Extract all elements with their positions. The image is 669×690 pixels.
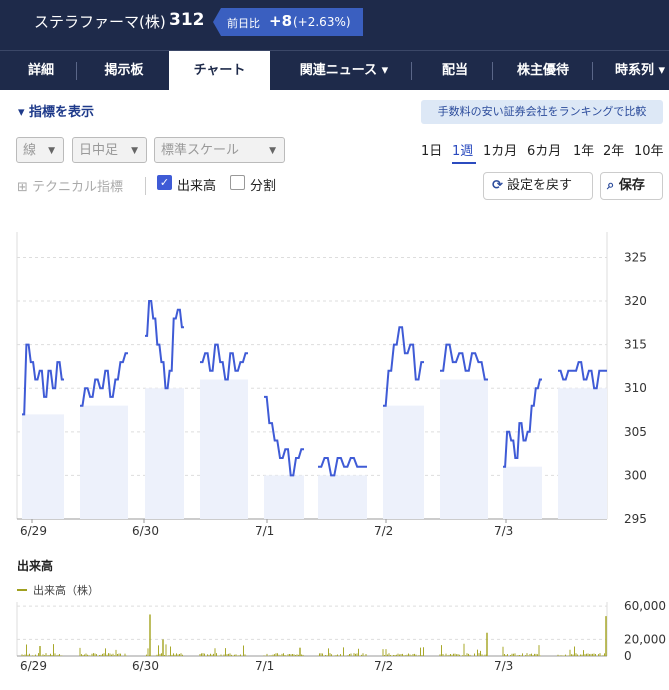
x-tick-label: 7/2 xyxy=(374,524,393,538)
y-tick-label: 305 xyxy=(624,425,647,439)
volume-tick-label: 0 xyxy=(624,649,632,663)
session-fill xyxy=(383,405,424,519)
volume-x-tick-label: 7/2 xyxy=(374,659,393,673)
session-fill xyxy=(145,388,184,519)
session-fill xyxy=(440,379,488,519)
x-tick-label: 6/30 xyxy=(132,524,159,538)
price-line xyxy=(80,352,128,407)
y-tick-label: 310 xyxy=(624,381,647,395)
price-line xyxy=(383,326,424,407)
volume-tick-label: 60,000 xyxy=(624,599,666,613)
session-fill xyxy=(318,475,367,519)
y-tick-label: 320 xyxy=(624,294,647,308)
x-tick-label: 6/29 xyxy=(20,524,47,538)
price-line xyxy=(22,343,64,416)
session-fill xyxy=(503,466,542,519)
y-tick-label: 295 xyxy=(624,512,647,526)
volume-x-tick-label: 6/30 xyxy=(132,659,159,673)
volume-x-tick-label: 7/3 xyxy=(494,659,513,673)
y-tick-label: 300 xyxy=(624,468,647,482)
volume-x-tick-label: 7/1 xyxy=(255,659,274,673)
session-fill xyxy=(22,414,64,519)
session-fill xyxy=(80,405,128,519)
price-line xyxy=(558,361,607,390)
y-tick-label: 315 xyxy=(624,338,647,352)
price-line xyxy=(264,395,304,477)
price-line xyxy=(503,378,542,468)
price-line xyxy=(440,343,488,381)
volume-x-tick-label: 6/29 xyxy=(20,659,47,673)
price-line xyxy=(200,343,248,381)
session-fill xyxy=(264,475,304,519)
x-tick-label: 7/3 xyxy=(494,524,513,538)
price-chart[interactable]: 295 300 305 310 315 320 325 6/29 6/30 7/1 7/2 7/3 0 2… xyxy=(0,0,669,690)
x-tick-label: 7/1 xyxy=(255,524,274,538)
y-tick-label: 325 xyxy=(624,250,647,264)
volume-tick-label: 20,000 xyxy=(624,632,666,646)
session-fill xyxy=(558,388,607,519)
price-line xyxy=(318,457,367,477)
session-fill xyxy=(200,379,248,519)
